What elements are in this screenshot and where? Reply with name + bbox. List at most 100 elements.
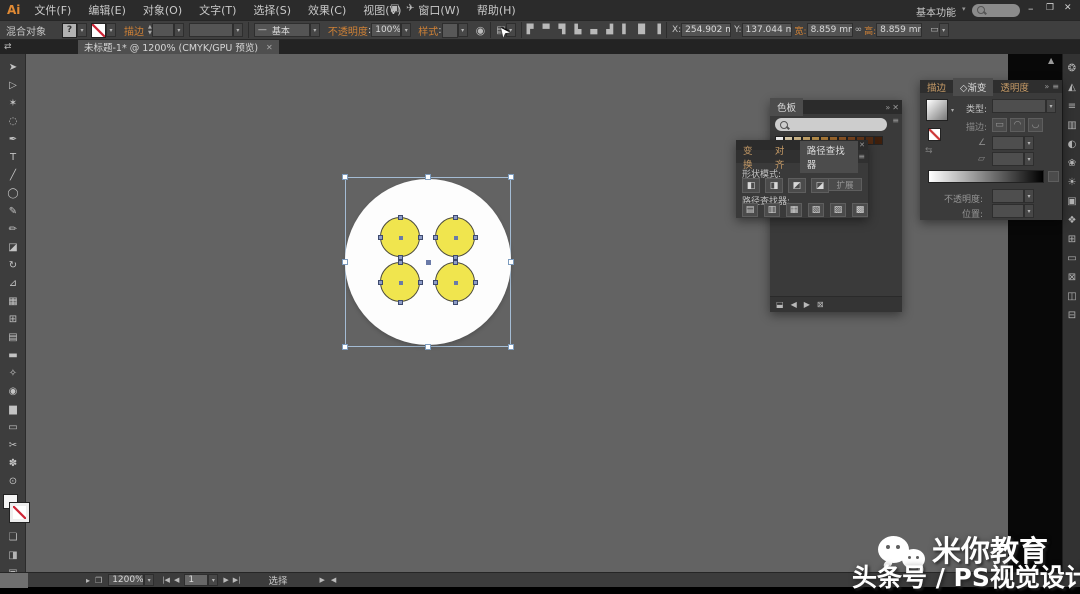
opacity-field[interactable]: 100% [371, 23, 401, 37]
zoom-level-field[interactable]: 1200% [108, 574, 144, 586]
brush-dropdown-icon[interactable]: ▾ [310, 23, 320, 37]
workspace-switcher[interactable]: 基本功能 [916, 4, 956, 19]
tool-button[interactable]: ⊞ [1, 310, 25, 328]
tab-swatches[interactable]: 色板 [770, 98, 803, 116]
opacity-label[interactable]: 不透明度 [328, 23, 368, 38]
tool-button[interactable]: ↻ [1, 256, 25, 274]
style-swatch[interactable] [442, 23, 458, 38]
tab-close-icon[interactable]: ✕ [266, 43, 273, 52]
angle-field[interactable] [992, 136, 1024, 150]
y-field[interactable]: 137.044 mm [742, 23, 792, 37]
variable-width-dropdown-icon[interactable]: ▾ [233, 23, 243, 37]
tool-button[interactable]: ⊿ [1, 274, 25, 292]
menu-item[interactable]: 文字(T) [199, 2, 236, 18]
tool-button[interactable]: T [1, 148, 25, 166]
swatch-search-input[interactable] [775, 118, 887, 131]
x-field[interactable]: 254.902 mm [681, 23, 731, 37]
gradient-opacity-field[interactable] [992, 189, 1024, 203]
swatches-footer-icon[interactable]: ◀ [791, 300, 797, 309]
gradient-stroke-button[interactable]: ◠ [1010, 118, 1025, 132]
tool-button[interactable]: ◌ [1, 112, 25, 130]
scroll-right-icon[interactable]: ▶ [319, 576, 324, 584]
dock-icon[interactable]: ❖ [1063, 211, 1080, 230]
tool-button[interactable]: ➤ [1, 58, 25, 76]
menu-item[interactable]: 文件(F) [34, 2, 71, 18]
tab-gradient[interactable]: ◇渐变 [953, 78, 993, 96]
menu-item[interactable]: 对象(O) [143, 2, 182, 18]
recolor-artwork-icon[interactable]: ◉ [476, 24, 486, 37]
gradient-stroke-button[interactable]: ◡ [1028, 118, 1043, 132]
selection-handle[interactable] [342, 344, 348, 350]
align-icon[interactable]: ▜ [559, 25, 566, 35]
expand-button[interactable]: 扩展 [828, 178, 862, 191]
align-icon[interactable]: ▙ [574, 25, 581, 35]
prev-artboard-icon[interactable]: ◀ [174, 576, 179, 584]
align-icon[interactable]: ▐ [654, 25, 661, 35]
shape-mode-button[interactable]: ◩ [788, 178, 806, 193]
height-label[interactable]: 高: [864, 24, 876, 37]
dock-icon[interactable]: ▥ [1063, 116, 1080, 135]
tool-button[interactable]: ▷ [1, 76, 25, 94]
menu-item[interactable]: 编辑(E) [88, 2, 126, 18]
selection-handle[interactable] [342, 174, 348, 180]
selection-handle[interactable] [508, 174, 514, 180]
width-field[interactable]: 8.859 mm [807, 23, 853, 37]
artboard-number-field[interactable]: 1 [184, 574, 208, 586]
location-dropdown-icon[interactable]: ▾ [1024, 204, 1034, 218]
variable-width-field[interactable] [189, 23, 233, 37]
shape-properties-dropdown-icon[interactable]: ▾ [939, 23, 949, 37]
tool-button[interactable]: ✒ [1, 130, 25, 148]
angle-dropdown-icon[interactable]: ▾ [1024, 136, 1034, 150]
tool-button[interactable]: ▆ [1, 400, 25, 418]
tool-button[interactable]: ✽ [1, 454, 25, 472]
gradient-stroke-button[interactable]: ▭ [992, 118, 1007, 132]
tool-button[interactable]: ▤ [1, 328, 25, 346]
swatches-footer-icon[interactable]: ▶ [804, 300, 810, 309]
artboard-dropdown-icon[interactable]: ▾ [208, 574, 218, 586]
dock-icon[interactable]: ◫ [1063, 287, 1080, 306]
fill-swatch[interactable]: ? [62, 23, 77, 38]
tool-button[interactable]: ✶ [1, 94, 25, 112]
aspect-ratio-field[interactable] [992, 152, 1024, 166]
shape-mode-button[interactable]: ◧ [742, 178, 760, 193]
document-tab[interactable]: 未标题-1* @ 1200% (CMYK/GPU 预览) ✕ [78, 40, 279, 54]
yellow-circle-shape[interactable] [380, 262, 420, 302]
selection-handle[interactable] [425, 344, 431, 350]
tool-button[interactable]: ✧ [1, 364, 25, 382]
gradient-type-field[interactable] [992, 99, 1046, 113]
style-label[interactable]: 样式 [418, 23, 438, 38]
align-icon[interactable]: ▄ [590, 25, 597, 35]
opacity-dropdown-icon[interactable]: ▾ [401, 23, 411, 37]
shape-mode-button[interactable]: ◨ [765, 178, 783, 193]
selection-handle[interactable] [425, 174, 431, 180]
tab-overflow-icon[interactable]: ⇄ [4, 42, 12, 52]
menu-item[interactable]: 选择(S) [253, 2, 291, 18]
next-artboard-icon[interactable]: ▶ [223, 576, 228, 584]
share-icon[interactable]: ✈ [406, 3, 414, 14]
dock-icon[interactable]: ◭ [1063, 78, 1080, 97]
stroke-proxy[interactable] [10, 503, 29, 522]
tab-transparency[interactable]: 透明度 [993, 78, 1036, 96]
panel-collapse-icon[interactable]: » [885, 103, 892, 112]
panel-close-icon[interactable]: ✕ [859, 141, 865, 149]
align-icon[interactable]: ▀ [543, 25, 550, 35]
tool-button[interactable]: ◯ [1, 184, 25, 202]
menu-item[interactable]: 窗口(W) [418, 2, 459, 18]
dock-icon[interactable]: ⊠ [1063, 268, 1080, 287]
height-field[interactable]: 8.859 mm [876, 23, 922, 37]
shape-mode-button[interactable]: ◪ [811, 178, 829, 193]
stroke-swatch[interactable] [91, 23, 106, 38]
location-field[interactable] [992, 204, 1024, 218]
arrange-documents-icon[interactable]: ▣ [390, 3, 399, 14]
zoom-dropdown-icon[interactable]: ▾ [144, 574, 154, 586]
align-icon[interactable]: ▛ [527, 25, 534, 35]
gradient-slider[interactable] [928, 170, 1044, 183]
first-artboard-icon[interactable]: |◀ [162, 576, 170, 584]
dock-icon[interactable]: ≡ [1063, 97, 1080, 116]
dock-icon[interactable]: ⊟ [1063, 306, 1080, 325]
search-input[interactable] [972, 4, 1020, 17]
align-icon[interactable]: ▟ [606, 25, 613, 35]
gradient-thumbnail[interactable] [926, 99, 948, 121]
tab-stroke[interactable]: 描边 [920, 78, 953, 96]
pathfinder-button[interactable]: ▦ [786, 203, 802, 217]
